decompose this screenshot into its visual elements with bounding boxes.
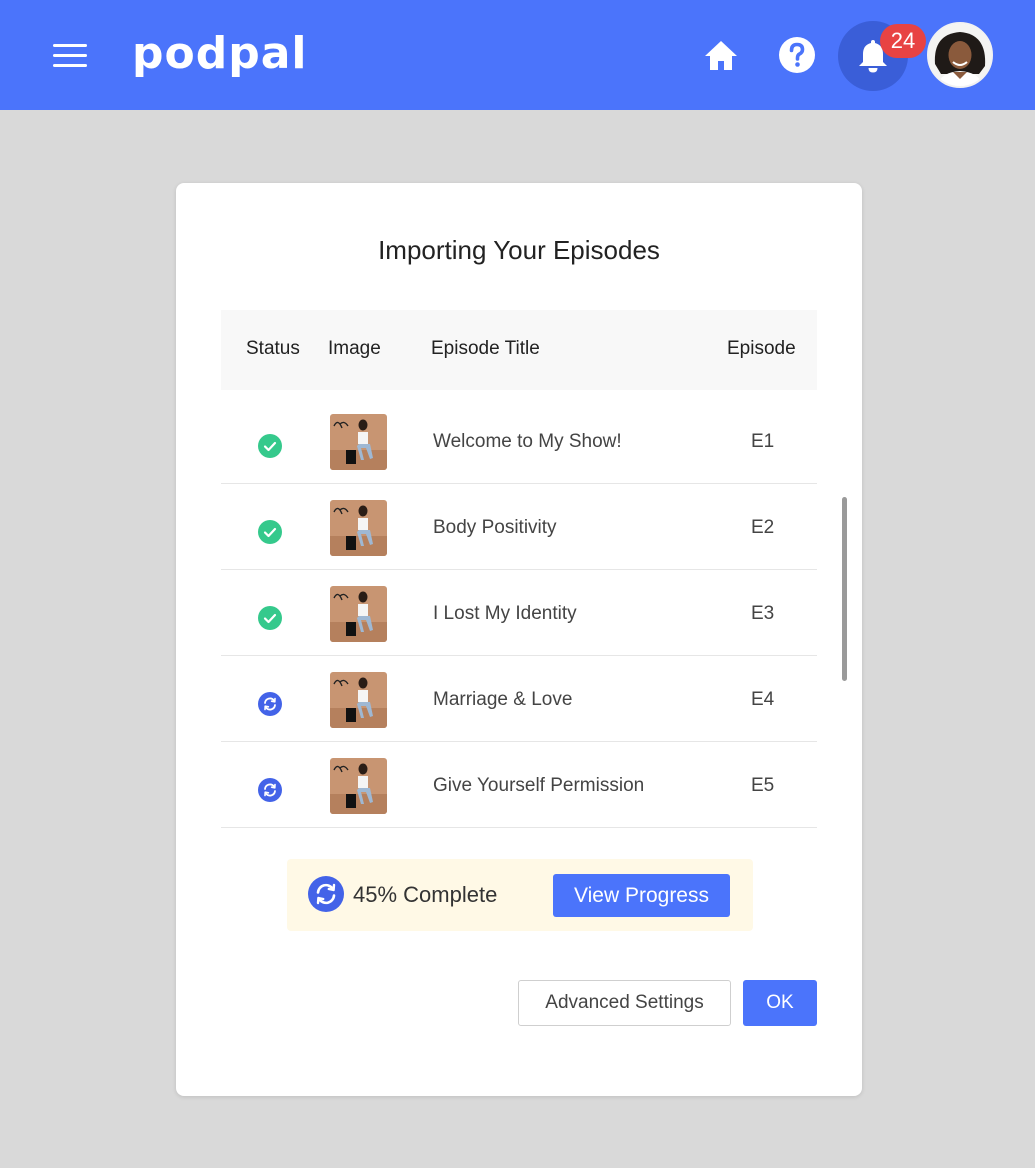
- episode-cover-image[interactable]: [330, 672, 387, 728]
- check-icon: [258, 434, 282, 458]
- episode-number: E5: [751, 775, 775, 796]
- progress-percent-text: 45% Complete: [353, 882, 498, 907]
- episode-title[interactable]: Marriage & Love: [433, 689, 572, 711]
- menu-icon[interactable]: [53, 44, 87, 68]
- table-row[interactable]: Body Positivity E2: [221, 484, 817, 570]
- table-scrollbar[interactable]: [842, 497, 847, 681]
- sync-icon: [308, 876, 344, 912]
- episode-number: E3: [751, 603, 775, 624]
- check-icon: [258, 520, 282, 544]
- ok-button[interactable]: OK: [743, 980, 817, 1026]
- notification-count-badge: 24: [880, 24, 926, 58]
- advanced-settings-button[interactable]: Advanced Settings: [518, 980, 731, 1026]
- episode-title[interactable]: Give Yourself Permission: [433, 775, 644, 797]
- episode-cover-image[interactable]: [330, 500, 387, 556]
- table-row[interactable]: Give Yourself Permission E5: [221, 742, 817, 828]
- import-episodes-dialog: Importing Your Episodes Status Image Epi…: [176, 183, 862, 1096]
- sync-icon: [258, 778, 282, 802]
- table-row[interactable]: I Lost My Identity E3: [221, 570, 817, 656]
- podpal-logo[interactable]: podpal: [132, 26, 308, 82]
- episode-title[interactable]: Welcome to My Show!: [433, 431, 622, 453]
- episode-title[interactable]: I Lost My Identity: [433, 603, 577, 625]
- column-header-image: Image: [328, 338, 381, 359]
- import-progress-panel: 45% Complete View Progress: [287, 859, 753, 931]
- episode-number: E1: [751, 431, 775, 452]
- column-header-episode: Episode: [727, 338, 796, 359]
- check-icon: [258, 606, 282, 630]
- column-header-status: Status: [246, 338, 300, 359]
- view-progress-button[interactable]: View Progress: [553, 874, 730, 917]
- table-header: Status Image Episode Title Episode: [221, 310, 817, 390]
- episode-cover-image[interactable]: [330, 758, 387, 814]
- episode-number: E4: [751, 689, 775, 710]
- sync-icon: [258, 692, 282, 716]
- table-row[interactable]: Welcome to My Show! E1: [221, 398, 817, 484]
- dialog-title: Importing Your Episodes: [378, 235, 660, 265]
- home-icon[interactable]: [701, 36, 741, 76]
- user-avatar[interactable]: [927, 22, 993, 88]
- episode-number: E2: [751, 517, 775, 538]
- episode-cover-image[interactable]: [330, 586, 387, 642]
- top-navigation-bar: podpal 24: [0, 0, 1035, 110]
- episode-title[interactable]: Body Positivity: [433, 517, 557, 539]
- episode-cover-image[interactable]: [330, 414, 387, 470]
- column-header-episode-title: Episode Title: [431, 338, 540, 359]
- table-row[interactable]: Marriage & Love E4: [221, 656, 817, 742]
- help-icon[interactable]: [778, 36, 816, 74]
